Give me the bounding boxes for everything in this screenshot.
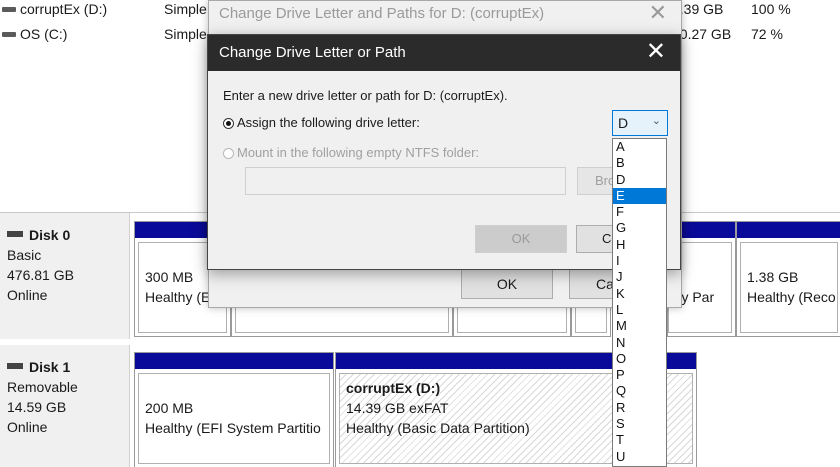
partition[interactable]: 200 MB Healthy (EFI System Partitio: [134, 352, 334, 467]
drive-letter-option[interactable]: L: [613, 302, 666, 318]
drive-letter-option[interactable]: O: [613, 351, 666, 367]
drive-letter-option[interactable]: R: [613, 400, 666, 416]
volume-percent-free: 72 %: [751, 26, 783, 42]
volume-name: OS (C:): [20, 26, 68, 42]
disk-0-label[interactable]: Disk 0 Basic 476.81 GB Online: [0, 213, 130, 339]
partition-bar: [135, 353, 333, 369]
drive-letter-option[interactable]: E: [613, 187, 666, 205]
partition-body: 1.38 GB Healthy (Reco: [740, 242, 838, 333]
disk-title: Disk 1: [7, 357, 129, 377]
drive-letter-list[interactable]: ABDEFGHIJKLMNOPQRSTU: [612, 138, 667, 467]
dialog-title: Change Drive Letter or Path: [219, 44, 406, 61]
partition-size: 1.38 GB: [747, 269, 799, 285]
disk-1-label[interactable]: Disk 1 Removable 14.59 GB Online: [0, 345, 130, 467]
disk-icon: [7, 231, 23, 237]
disk-type: Basic: [7, 247, 42, 263]
dialog-title: Change Drive Letter and Paths for D: (co…: [219, 5, 545, 22]
drive-letter-option[interactable]: A: [613, 139, 666, 155]
drive-letter-option[interactable]: T: [613, 432, 666, 448]
mount-folder-label[interactable]: Mount in the following empty NTFS folder…: [237, 145, 479, 160]
drive-letter-option[interactable]: N: [613, 335, 666, 351]
change-drive-letter-dialog: Change Drive Letter or Path ✕ Enter a ne…: [207, 34, 681, 270]
ok-button[interactable]: OK: [461, 269, 553, 299]
cancel-button[interactable]: Ca: [569, 269, 613, 299]
disk-status: Online: [7, 419, 48, 435]
mount-folder-radio[interactable]: [223, 148, 234, 159]
drive-letter-option[interactable]: P: [613, 367, 666, 383]
partition[interactable]: 1.38 GB Healthy (Reco: [736, 221, 840, 337]
partition-body: 200 MB Healthy (EFI System Partitio: [138, 373, 330, 464]
volume-layout: Simple: [164, 1, 207, 17]
ok-button[interactable]: OK: [475, 225, 567, 253]
drive-letter-select[interactable]: D ⌄: [612, 110, 668, 136]
disk-size: 476.81 GB: [7, 267, 74, 283]
folder-path-input[interactable]: [245, 167, 566, 195]
dialog-title-bar: Change Drive Letter or Path ✕: [208, 35, 680, 71]
drive-letter-option[interactable]: K: [613, 286, 666, 302]
drive-letter-option[interactable]: J: [613, 269, 666, 285]
volume-percent-free: 100 %: [751, 1, 791, 17]
partition-bar: [737, 222, 840, 238]
close-icon[interactable]: ✕: [649, 2, 667, 24]
drive-letter-option[interactable]: F: [613, 204, 666, 220]
drive-icon: [2, 32, 16, 37]
drive-letter-option[interactable]: H: [613, 237, 666, 253]
disk-status: Online: [7, 287, 48, 303]
drive-letter-option[interactable]: U: [613, 449, 666, 465]
drive-icon: [2, 7, 16, 12]
partition-size: 200 MB: [145, 400, 194, 416]
volume-layout: Simple: [164, 26, 207, 42]
disk-title: Disk 0: [7, 225, 129, 245]
disk-icon: [7, 363, 23, 369]
drive-letter-option[interactable]: Q: [613, 383, 666, 399]
partition-status: Healthy (EFI System Partitio: [145, 420, 321, 436]
drive-letter-option[interactable]: D: [613, 172, 666, 188]
drive-letter-option[interactable]: M: [613, 318, 666, 334]
drive-letter-option[interactable]: I: [613, 253, 666, 269]
assign-letter-radio[interactable]: [223, 118, 234, 129]
drive-letter-option[interactable]: S: [613, 416, 666, 432]
partition-status: Healthy (Reco: [747, 289, 836, 305]
drive-letter-option[interactable]: G: [613, 220, 666, 236]
drive-letter-option[interactable]: B: [613, 155, 666, 171]
disk-size: 14.59 GB: [7, 399, 67, 415]
disk-type: Removable: [7, 379, 78, 395]
close-icon[interactable]: ✕: [646, 40, 666, 64]
dialog-prompt: Enter a new drive letter or path for D: …: [223, 88, 508, 103]
chevron-down-icon: ⌄: [651, 115, 661, 127]
volume-name: corruptEx (D:): [20, 1, 108, 17]
assign-letter-label[interactable]: Assign the following drive letter:: [237, 115, 420, 130]
selected-letter: D: [618, 115, 629, 131]
